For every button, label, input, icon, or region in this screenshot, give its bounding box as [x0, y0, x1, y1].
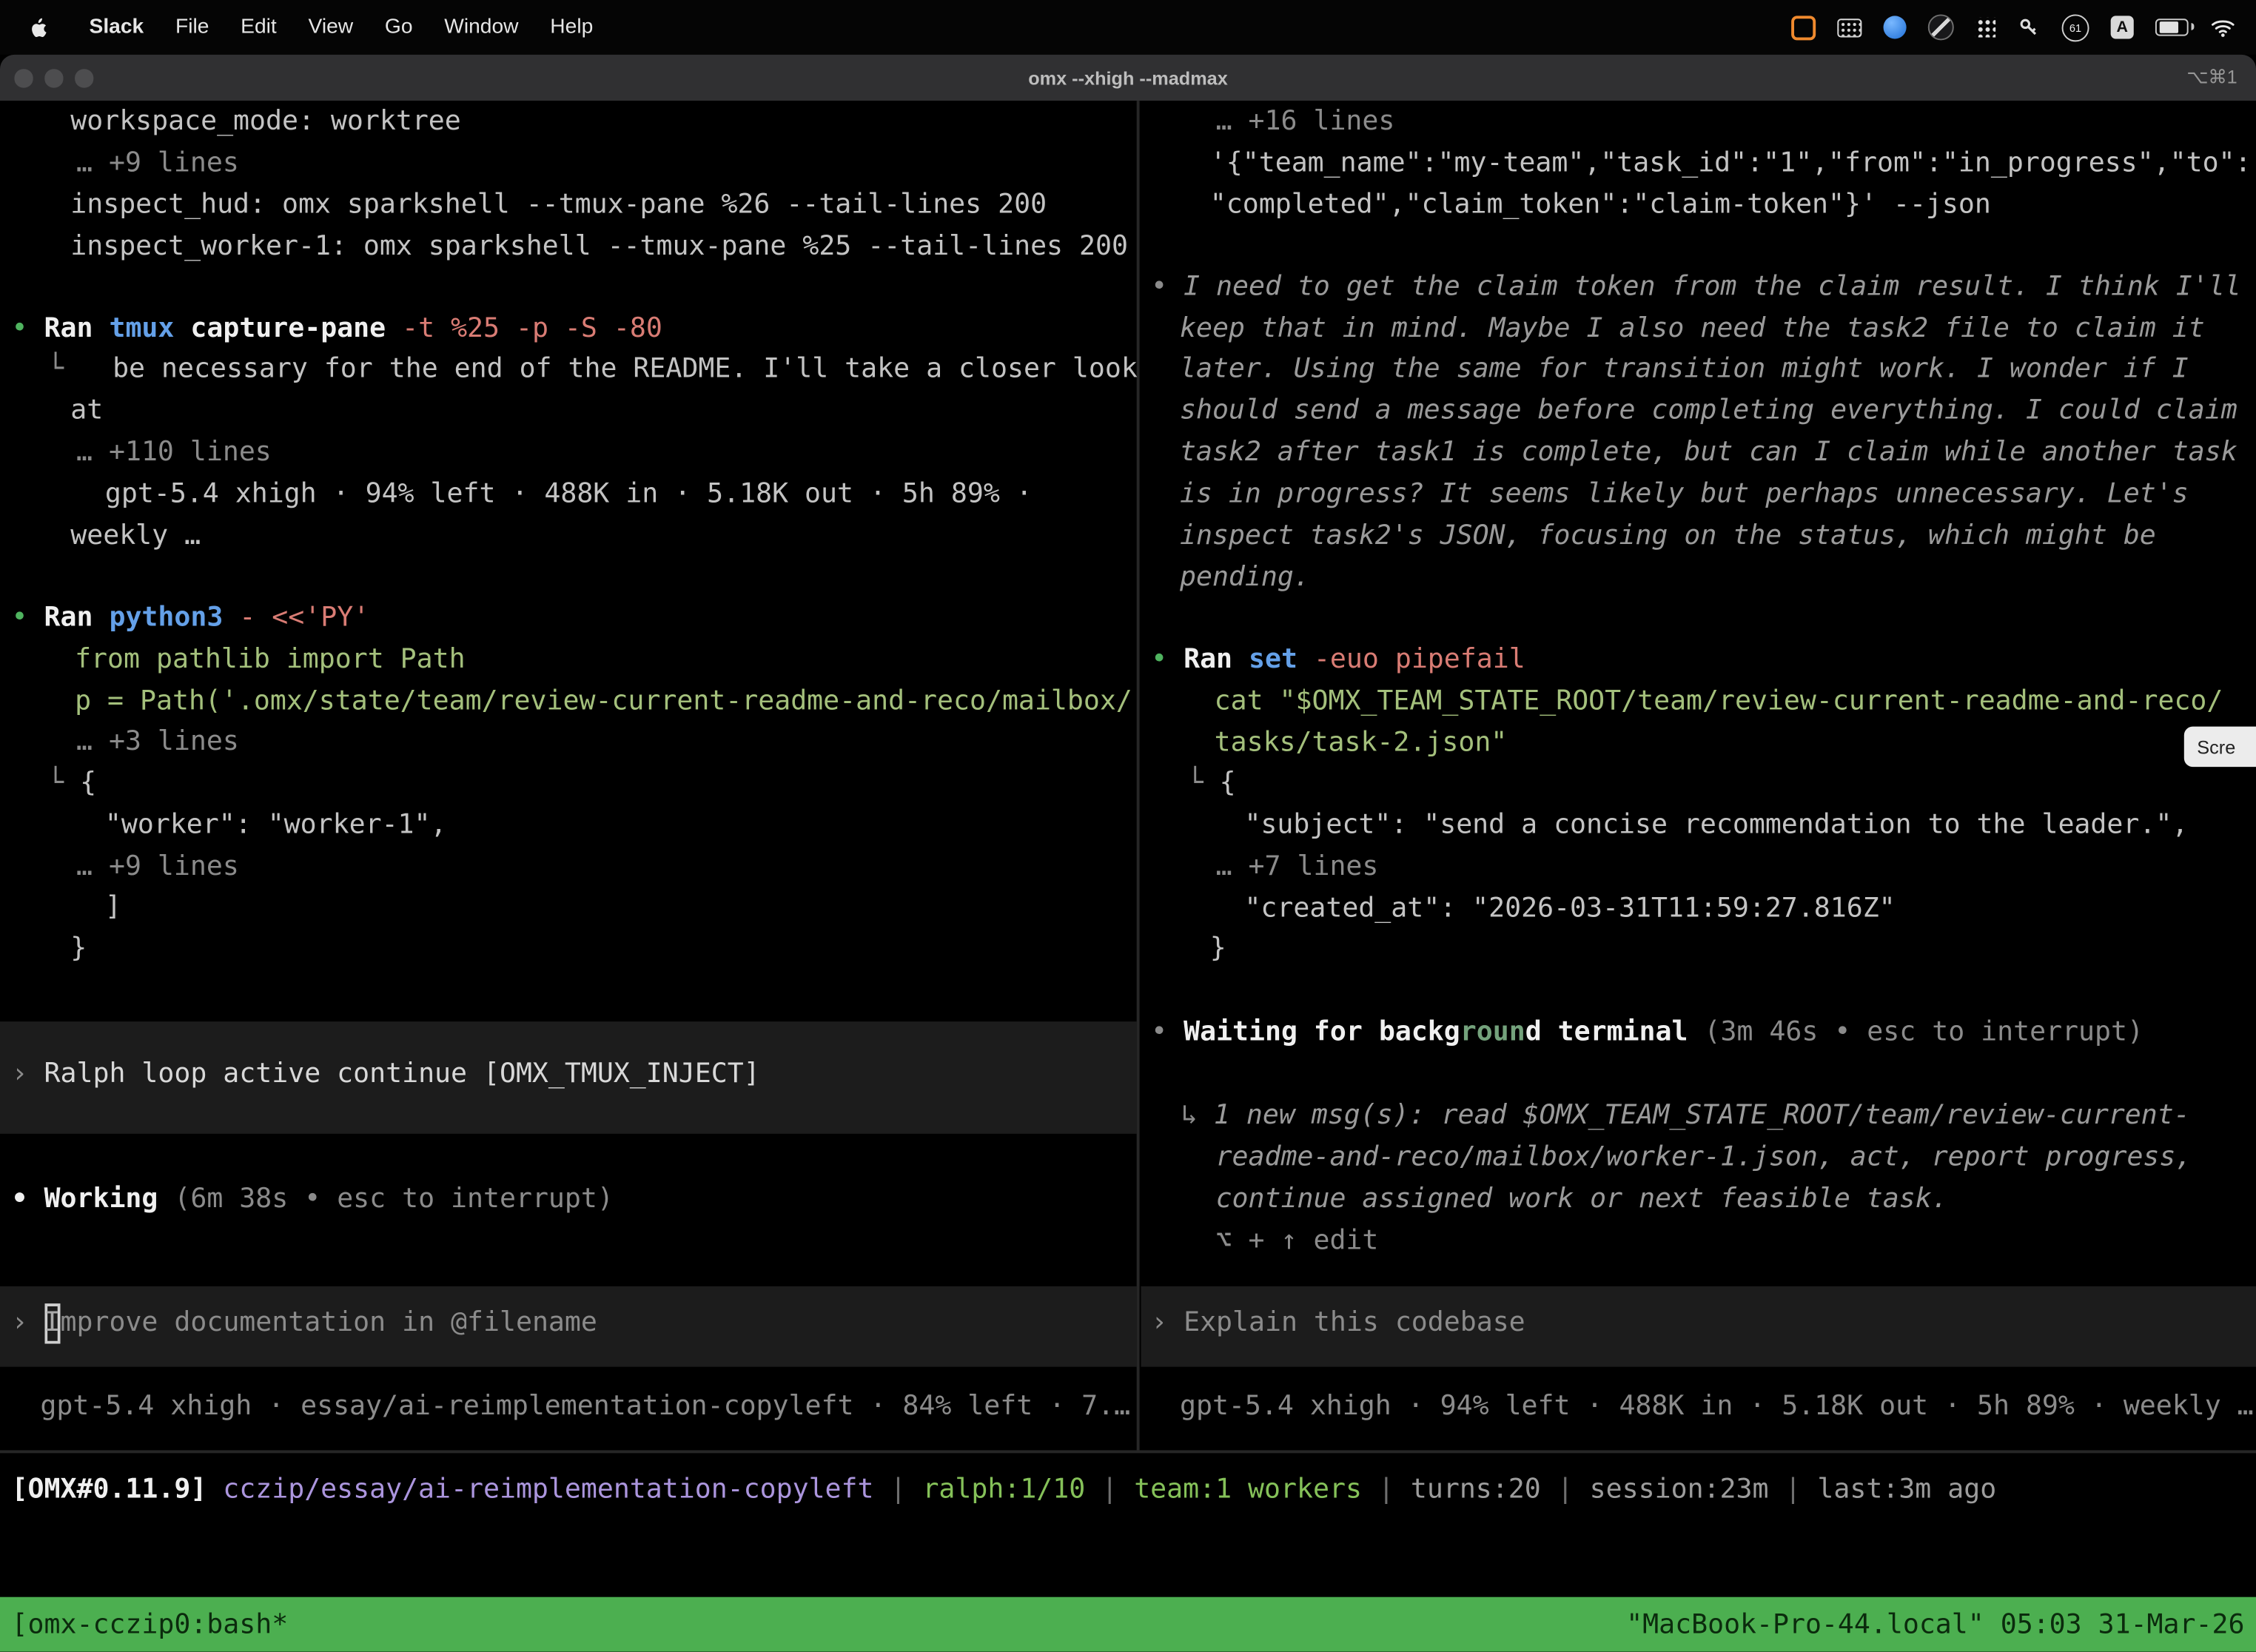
- terminal-line: └ {: [47, 764, 96, 805]
- terminal-line: inspect task2's JSON, focusing on the st…: [1180, 516, 2156, 557]
- terminal-line: task2 after task1 is complete, but can I…: [1180, 432, 2237, 474]
- screenshot-popup-label: Scre: [2197, 736, 2235, 757]
- terminal-line: └ be necessary for the end of the README…: [47, 349, 1138, 391]
- terminal-line: weekly …: [70, 516, 201, 557]
- terminal-line: inspect_worker-1: omx sparkshell --tmux-…: [70, 226, 1128, 268]
- terminal-line: }: [1210, 929, 1226, 970]
- terminal-line: gpt-5.4 xhigh · 94% left · 488K in · 5.1…: [105, 474, 1033, 516]
- tmux-host-clock: "MacBook-Pro-44.local" 05:03 31-Mar-26: [1626, 1609, 2256, 1639]
- screenshot-popup[interactable]: Scre: [2184, 727, 2256, 767]
- terminal-line: … +3 lines: [76, 722, 239, 763]
- terminal-line: should send a message before completing …: [1180, 391, 2237, 432]
- terminal-line: … +9 lines: [76, 847, 239, 888]
- terminal-line: "created_at": "2026-03-31T11:59:27.816Z": [1244, 889, 1895, 930]
- desktop: Slack FileEditViewGoWindowHelp 61 A omx: [0, 0, 2256, 1652]
- right-input-line[interactable]: › Explain this codebase: [1151, 1303, 1525, 1344]
- terminal-line: … +16 lines: [1216, 101, 1395, 143]
- terminal-line: ⌥ + ↑ edit: [1216, 1221, 1379, 1263]
- tmux-session-name[interactable]: [omx-cczip0:bash*: [0, 1609, 288, 1639]
- terminal-lines: workspace_mode: worktree… +9 linesinspec…: [0, 0, 2256, 1652]
- terminal-line: • Ran set -euo pipefail: [1151, 639, 1525, 681]
- terminal-line: '{"team_name":"my-team","task_id":"1","f…: [1210, 144, 2252, 185]
- right-pane-statusline: gpt-5.4 xhigh · 94% left · 488K in · 5.1…: [1180, 1386, 2254, 1428]
- terminal-line: }: [70, 929, 87, 970]
- terminal-line: "subject": "send a concise recommendatio…: [1244, 805, 2188, 847]
- ralph-loop-status: › Ralph loop active continue [OMX_TMUX_I…: [12, 1054, 760, 1095]
- terminal-line: p = Path('.omx/state/team/review-current…: [75, 682, 1132, 723]
- terminal-line: continue assigned work or next feasible …: [1216, 1179, 1948, 1220]
- terminal-line: tasks/task-2.json": [1215, 723, 1508, 765]
- left-input-line[interactable]: › Improve documentation in @filename: [12, 1303, 597, 1344]
- terminal-line: "completed","claim_token":"claim-token"}…: [1210, 185, 1991, 226]
- terminal-line: cat "$OMX_TEAM_STATE_ROOT/team/review-cu…: [1215, 682, 2223, 723]
- terminal-line: is in progress? It seems likely but perh…: [1180, 474, 2189, 516]
- omx-hud-statusline: [OMX#0.11.9] cczip/essay/ai-reimplementa…: [12, 1470, 1997, 1511]
- working-status: • Working (6m 38s • esc to interrupt): [12, 1179, 614, 1220]
- terminal-line: • Ran python3 - <<'PY': [12, 598, 370, 639]
- terminal-line: • I need to get the claim token from the…: [1151, 267, 2241, 309]
- terminal-line: readme-and-reco/mailbox/worker-1.json, a…: [1216, 1138, 2192, 1179]
- terminal-line: "worker": "worker-1",: [105, 805, 447, 847]
- waiting-status: • Waiting for background terminal (3m 46…: [1151, 1013, 2143, 1054]
- tmux-status-bar: [omx-cczip0:bash* "MacBook-Pro-44.local"…: [0, 1597, 2256, 1652]
- terminal-line: later. Using the same for transition mig…: [1180, 349, 2189, 391]
- terminal-line: pending.: [1180, 558, 1310, 600]
- terminal-line: … +9 lines: [76, 144, 239, 185]
- terminal-line: └ {: [1187, 764, 1236, 805]
- terminal-line: inspect_hud: omx sparkshell --tmux-pane …: [70, 185, 1047, 226]
- terminal-line: at: [70, 391, 103, 432]
- terminal-line: … +110 lines: [76, 432, 272, 474]
- terminal-line: • Ran tmux capture-pane -t %25 -p -S -80: [12, 309, 662, 350]
- terminal-line: ]: [105, 887, 121, 929]
- terminal-line: ↳ 1 new msg(s): read $OMX_TEAM_STATE_ROO…: [1181, 1096, 2190, 1138]
- terminal-line: … +7 lines: [1216, 847, 1379, 888]
- terminal-line: keep that in mind. Maybe I also need the…: [1180, 309, 2205, 350]
- left-pane-statusline: gpt-5.4 xhigh · essay/ai-reimplementatio…: [40, 1386, 1130, 1428]
- terminal-line: from pathlib import Path: [75, 639, 466, 681]
- terminal-line: workspace_mode: worktree: [70, 101, 461, 143]
